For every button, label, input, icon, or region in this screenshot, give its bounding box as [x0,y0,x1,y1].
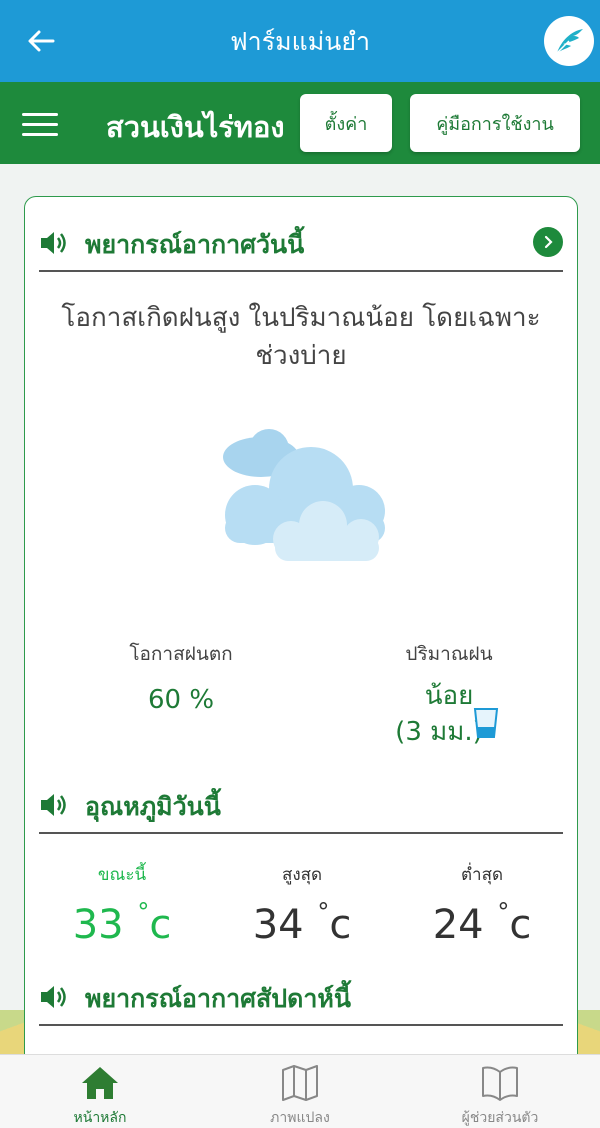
bottom-navigation: หน้าหลัก ภาพแปลง ผู้ช่วยส่วนตัว [0,1054,600,1128]
rain-amount-detail: (3 มม.) [395,717,483,747]
forecast-description: โอกาสเกิดฝนสูง ในปริมาณน้อย โดยเฉพาะช่วง… [61,303,541,371]
app-logo[interactable] [544,16,594,66]
top-app-bar: ฟาร์มแม่นยำ [0,0,600,82]
today-forecast-header: พยากรณ์อากาศวันนี้ [39,223,563,263]
temp-now-value: 33 [72,902,124,948]
temp-unit: °c [317,898,352,948]
temperature-header: อุณหภูมิวันนี้ [39,785,563,825]
rain-amount-label: ปริมาณฝน [405,643,493,665]
rain-gauge-icon [473,708,499,738]
temperature-title: อุณหภูมิวันนี้ [85,792,221,821]
temp-max: สูงสุด 34 °c [217,861,387,948]
temp-max-label: สูงสุด [281,865,323,885]
speaker-icon[interactable] [39,229,69,257]
rain-chance-label: โอกาสฝนตก [129,643,233,665]
book-icon [482,1066,518,1101]
weekly-forecast-header: พยากรณ์อากาศสัปดาห์นี้ [39,977,563,1017]
speaker-icon[interactable] [39,983,69,1011]
section-divider [39,1024,563,1026]
nav-home[interactable]: หน้าหลัก [0,1063,200,1128]
temp-now: ขณะนี้ 33 °c [37,861,207,948]
nav-assistant[interactable]: ผู้ช่วยส่วนตัว [400,1063,600,1128]
temp-unit: °c [497,898,532,948]
temp-max-value: 34 [252,902,304,948]
section-divider [39,832,563,834]
section-divider [39,270,563,272]
temp-min-value: 24 [432,902,484,948]
settings-button[interactable]: ตั้งค่า [300,94,392,152]
nav-home-label: หน้าหลัก [73,1110,127,1126]
speaker-icon[interactable] [39,791,69,819]
nav-plot-map-label: ภาพแปลง [270,1110,330,1126]
farm-header-bar: สวนเงินไร่ทอง ตั้งค่า คู่มือการใช้งาน [0,82,600,164]
app-title: ฟาร์มแม่นยำ [229,27,370,56]
chevron-right-icon [544,235,553,249]
field-decoration-left [0,1010,26,1054]
cloudy-weather-icon [223,429,385,561]
temp-unit: °c [137,898,172,948]
rain-amount-value: น้อย [424,681,474,711]
today-forecast-title: พยากรณ์อากาศวันนี้ [85,230,305,259]
temp-min: ต่ำสุด 24 °c [397,861,567,948]
weather-card: พยากรณ์อากาศวันนี้ โอกาสเกิดฝนสูง ในปริม… [24,196,578,1066]
map-icon [282,1065,318,1101]
menu-icon[interactable] [22,110,60,138]
temp-now-label: ขณะนี้ [97,865,147,885]
temp-min-label: ต่ำสุด [460,865,503,885]
nav-assistant-label: ผู้ช่วยส่วนตัว [461,1110,539,1126]
nav-plot-map[interactable]: ภาพแปลง [200,1063,400,1128]
farm-name: สวนเงินไร่ทอง [106,110,285,144]
user-manual-button[interactable]: คู่มือการใช้งาน [410,94,580,152]
feather-logo-icon [556,29,583,54]
weekly-forecast-title: พยากรณ์อากาศสัปดาห์นี้ [85,984,351,1013]
rain-chance-value: 60 % [147,685,215,715]
home-icon [82,1067,118,1099]
forecast-detail-button[interactable] [533,227,563,257]
